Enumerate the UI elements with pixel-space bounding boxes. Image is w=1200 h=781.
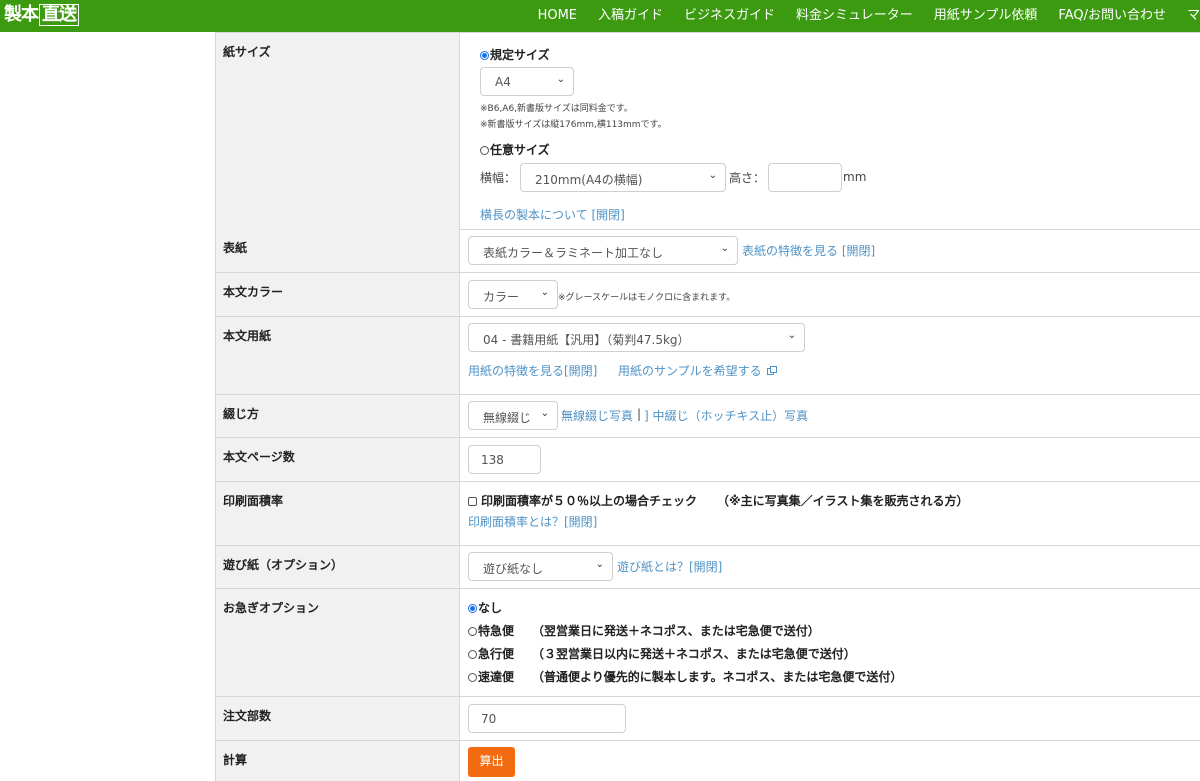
paper-sample-link[interactable]: 用紙のサンプルを希望する <box>618 362 777 379</box>
radio-dot <box>480 146 489 155</box>
width-select[interactable]: 210mm(A4の横幅) ⌄ <box>520 163 726 192</box>
chevron-down-icon: ⌄ <box>720 243 729 254</box>
size-note-1: ※B6,A6,新書版サイズは同料金です。 <box>480 104 633 114</box>
radio-rush-rapid[interactable]: 急行便 （３翌営業日以内に発送＋ネコポス、または宅急便で送付） <box>468 645 856 662</box>
page-count-input[interactable]: 138 <box>468 445 541 474</box>
radio-dot <box>468 650 477 659</box>
chevron-down-icon: ⌄ <box>708 170 717 181</box>
row-rush-option: お急ぎオプション なし 特急便 （翌営業日に発送＋ネコポス、または宅急便で送付） … <box>215 589 1200 697</box>
checkbox-box <box>468 497 477 506</box>
radio-rush-priority[interactable]: 速達便 （普通便より優先的に製本します。ネコポス、または宅急便で送付） <box>468 668 902 685</box>
label-body-paper: 本文用紙 <box>223 329 272 343</box>
radio-standard-size[interactable]: 規定サイズ <box>480 46 550 63</box>
body-color-select[interactable]: カラー ⌄ <box>468 280 558 309</box>
landscape-binding-link[interactable]: 横長の製本について [開閉] <box>480 206 625 223</box>
nav-price-simulator[interactable]: 料金シミュレーター <box>796 0 913 32</box>
row-calculate: 計算 算出 <box>215 741 1200 781</box>
label-quantity: 注文部数 <box>223 709 272 723</box>
chevron-down-icon: ⌄ <box>595 559 604 570</box>
label-endpaper: 遊び紙（オプション） <box>223 558 344 572</box>
body-paper-select[interactable]: 04 - 書籍用紙【汎用】（菊判47.5kg） ⌄ <box>468 323 805 352</box>
row-cover: 表紙 表紙カラー＆ラミネート加工なし ⌄ 表紙の特徴を見る [開閉] <box>215 229 1200 273</box>
site-logo[interactable]: 製本 直送 .com <box>4 3 79 27</box>
body-color-note: ※グレースケールはモノクロに含まれます。 <box>558 293 736 303</box>
row-quantity: 注文部数 70 <box>215 697 1200 741</box>
chevron-down-icon: ⌄ <box>556 74 565 85</box>
saddle-stitch-photo-link[interactable]: ] 中綴じ（ホッチキス止）写真 <box>644 407 808 424</box>
label-binding: 綴じ方 <box>223 407 260 421</box>
label-print-area: 印刷面積率 <box>223 494 284 508</box>
radio-dot <box>468 627 477 636</box>
radio-rush-express[interactable]: 特急便 （翌営業日に発送＋ネコポス、または宅急便で送付） <box>468 622 820 639</box>
print-area-info-link[interactable]: 印刷面積率とは？[開閉] <box>468 513 597 530</box>
row-paper-size: 紙サイズ 規定サイズ A4 ⌄ ※B6,A6,新書版サイズは同料金です。 ※新書版… <box>215 32 1200 230</box>
row-binding: 綴じ方 無線綴じ ⌄ 無線綴じ写真 | ] 中綴じ（ホッチキス止）写真 <box>215 395 1200 438</box>
external-link-icon <box>766 366 777 375</box>
cover-features-link[interactable]: 表紙の特徴を見る [開閉] <box>742 242 875 259</box>
endpaper-info-link[interactable]: 遊び紙とは？[開閉] <box>617 558 722 575</box>
row-page-count: 本文ページ数 138 <box>215 438 1200 482</box>
endpaper-select[interactable]: 遊び紙なし ⌄ <box>468 552 613 581</box>
label-calculate: 計算 <box>223 753 248 767</box>
nav-submission-guide[interactable]: 入稿ガイド <box>598 0 663 32</box>
label-paper-size: 紙サイズ <box>223 45 271 59</box>
size-select[interactable]: A4 ⌄ <box>480 67 574 96</box>
binding-select[interactable]: 無線綴じ ⌄ <box>468 401 558 430</box>
label-page-count: 本文ページ数 <box>223 450 295 464</box>
perfect-binding-photo-link[interactable]: 無線綴じ写真 <box>561 407 633 424</box>
chevron-down-icon: ⌄ <box>787 330 796 341</box>
print-area-checkbox[interactable]: 印刷面積率が５０％以上の場合チェック （※主に写真集／イラスト集を販売される方） <box>468 492 968 509</box>
logo-boxed-text: 直送 .com <box>39 4 79 26</box>
logo-text: 製本 <box>4 4 39 25</box>
nav-more[interactable]: マ <box>1187 0 1200 32</box>
binding-separator: | <box>637 407 642 421</box>
height-unit: mm <box>843 170 867 184</box>
height-input[interactable] <box>768 163 842 192</box>
radio-dot <box>468 673 477 682</box>
calculate-button[interactable]: 算出 <box>468 747 515 777</box>
cover-select[interactable]: 表紙カラー＆ラミネート加工なし ⌄ <box>468 236 738 265</box>
nav-business-guide[interactable]: ビジネスガイド <box>684 0 775 32</box>
size-note-2: ※新書版サイズは縦176mm,横113mmです。 <box>480 120 667 130</box>
chevron-down-icon: ⌄ <box>540 287 549 298</box>
quantity-input[interactable]: 70 <box>468 704 626 733</box>
row-endpaper: 遊び紙（オプション） 遊び紙なし ⌄ 遊び紙とは？[開閉] <box>215 546 1200 589</box>
nav-faq-contact[interactable]: FAQ/お問い合わせ <box>1058 0 1166 32</box>
label-body-color: 本文カラー <box>223 285 284 299</box>
radio-custom-size[interactable]: 任意サイズ <box>480 141 550 158</box>
nav-home[interactable]: HOME <box>538 0 577 32</box>
radio-rush-none[interactable]: なし <box>468 599 502 616</box>
radio-dot <box>468 604 477 613</box>
main-nav: HOME 入稿ガイド ビジネスガイド 料金シミュレーター 用紙サンプル依頼 FA… <box>538 0 1200 32</box>
width-label: 横幅： <box>480 171 517 185</box>
height-label: 高さ： <box>729 171 766 185</box>
nav-paper-sample[interactable]: 用紙サンプル依頼 <box>934 0 1038 32</box>
top-navbar: 製本 直送 .com HOME 入稿ガイド ビジネスガイド 料金シミュレーター 用… <box>0 0 1200 32</box>
paper-features-link[interactable]: 用紙の特徴を見る[開閉] <box>468 362 597 379</box>
row-body-paper: 本文用紙 04 - 書籍用紙【汎用】（菊判47.5kg） ⌄ 用紙の特徴を見る[開… <box>215 317 1200 395</box>
radio-dot <box>480 51 489 60</box>
label-rush-option: お急ぎオプション <box>223 601 320 615</box>
row-print-area: 印刷面積率 印刷面積率が５０％以上の場合チェック （※主に写真集／イラスト集を販売… <box>215 482 1200 546</box>
label-cover: 表紙 <box>223 241 248 255</box>
chevron-down-icon: ⌄ <box>540 408 549 419</box>
row-body-color: 本文カラー カラー ⌄ ※グレースケールはモノクロに含まれます。 <box>215 273 1200 317</box>
